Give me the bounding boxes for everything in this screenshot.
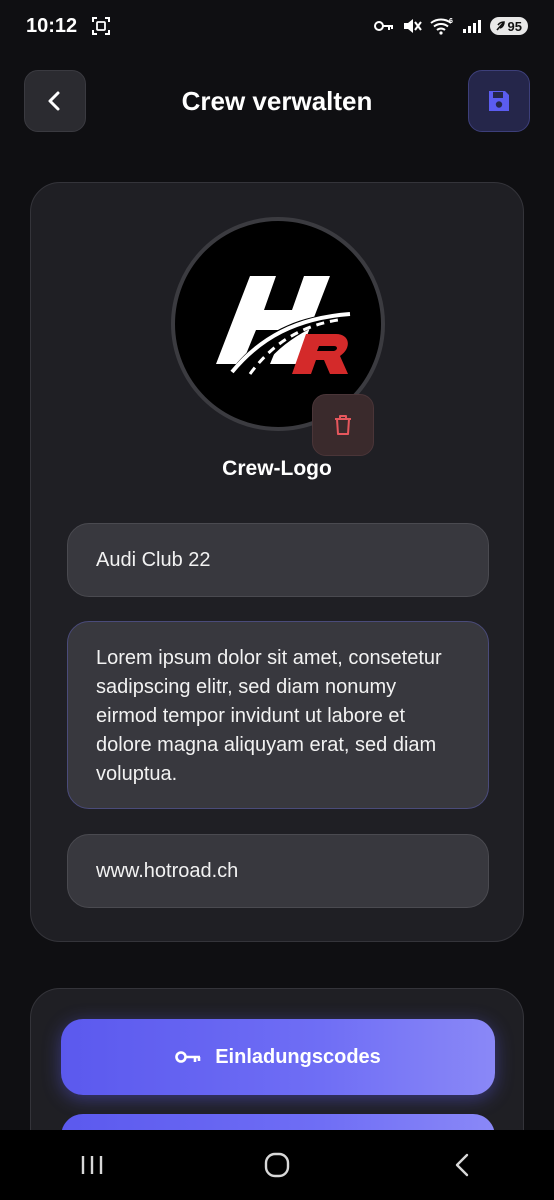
wifi-icon: 6: [429, 17, 454, 35]
crew-description-field[interactable]: Lorem ipsum dolor sit amet, consetetur s…: [67, 621, 489, 809]
invite-codes-button[interactable]: Einladungscodes: [61, 1019, 495, 1095]
home-button[interactable]: [237, 1135, 317, 1195]
trash-icon: [335, 415, 351, 435]
system-nav-bar: [0, 1130, 554, 1200]
back-button[interactable]: [24, 70, 86, 132]
crew-website-field[interactable]: www.hotroad.ch: [67, 834, 489, 908]
delete-logo-button[interactable]: [312, 394, 374, 456]
logo-label: Crew-Logo: [222, 457, 332, 480]
save-button[interactable]: [468, 70, 530, 132]
battery-indicator: 95: [489, 17, 528, 35]
chevron-left-icon: [48, 91, 60, 111]
battery-level: 95: [507, 18, 522, 34]
logo-container: [171, 217, 385, 456]
status-right: 6 95: [373, 17, 528, 35]
key-icon: [175, 1051, 201, 1063]
status-time: 10:12: [26, 14, 78, 37]
screenshot-icon: [91, 16, 111, 36]
screen: 10:12 6 95 Crew verwalten Crew-Logo Audi…: [0, 0, 554, 1200]
system-back-button[interactable]: [422, 1135, 502, 1195]
status-bar: 10:12 6 95: [0, 0, 554, 52]
mute-icon: [402, 17, 422, 35]
hotroad-logo-icon: [216, 276, 358, 375]
wifi-badge: 6: [449, 18, 453, 25]
floppy-disk-icon: [489, 91, 509, 111]
cell-signal-icon: [462, 18, 482, 34]
recents-icon: [82, 1156, 103, 1174]
vpn-key-icon: [373, 19, 394, 33]
invite-codes-label: Einladungscodes: [215, 1045, 381, 1068]
back-arrow-icon: [455, 1153, 468, 1177]
crew-name-field[interactable]: Audi Club 22: [67, 523, 489, 597]
recents-button[interactable]: [52, 1135, 132, 1195]
page-title: Crew verwalten: [181, 86, 373, 116]
status-left: 10:12: [26, 15, 111, 38]
battery-saver-icon: [495, 21, 505, 31]
crew-card: Crew-Logo Audi Club 22 Lorem ipsum dolor…: [30, 182, 524, 942]
header: Crew verwalten: [24, 70, 530, 132]
home-icon: [264, 1152, 290, 1178]
